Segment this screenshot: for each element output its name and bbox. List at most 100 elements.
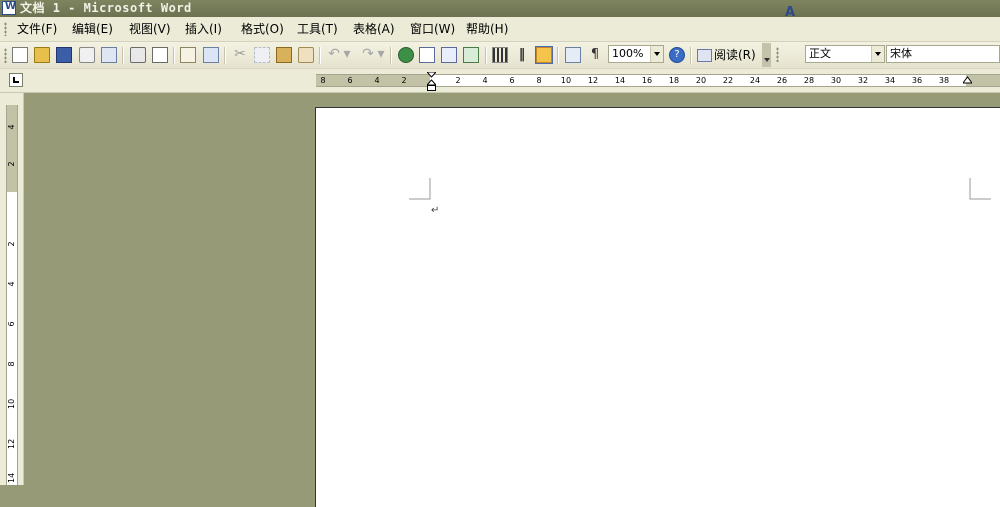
ruler-number: 34 [884,76,896,85]
ruler-number: 6 [347,76,353,85]
show-hide-marks-icon[interactable]: ¶ [587,47,603,63]
tables-borders-icon[interactable] [419,47,435,63]
ruler-number: 8 [536,76,542,85]
ruler-number: 4 [7,124,16,130]
ruler-number: 2 [455,76,461,85]
menu-table[interactable]: 表格(A) [353,17,395,41]
tab-selector-icon[interactable] [9,73,23,87]
new-document-icon[interactable] [12,47,28,63]
insert-table-icon[interactable] [441,47,457,63]
ruler-number: 8 [7,361,16,367]
chevron-down-icon[interactable] [871,46,884,62]
toolbar-separator [690,47,691,64]
indent-marker-icon[interactable] [427,72,436,91]
toolbar-separator [557,47,558,64]
styles-formatting-icon[interactable]: A [785,5,803,21]
ruler-number: 6 [7,321,16,327]
ruler-number: 16 [641,76,653,85]
toolbar-separator [173,47,174,64]
menu-help[interactable]: 帮助(H) [466,17,508,41]
toolbar-separator [224,47,225,64]
chevron-down-icon[interactable] [650,46,663,62]
drawing-icon[interactable]: ‖ [514,47,530,63]
document-page[interactable] [315,107,1000,507]
hyperlink-icon[interactable] [398,47,414,63]
paragraph-mark: ↵ [431,205,440,216]
font-value: 宋体 [890,47,912,60]
spelling-icon[interactable] [180,47,196,63]
zoom-value: 100% [612,47,644,60]
vertical-ruler[interactable]: 4 2 2 4 6 8 10 12 14 [6,105,18,485]
ruler-number: 4 [374,76,380,85]
ruler-number: 8 [320,76,326,85]
format-painter-icon[interactable] [298,47,314,63]
ruler-number: 6 [509,76,515,85]
ruler-number: 36 [911,76,923,85]
help-icon[interactable]: ? [669,47,685,63]
paste-icon[interactable] [276,47,292,63]
horizontal-ruler-bar: 8 6 4 2 2 4 6 8 10 12 14 16 18 20 22 24 … [0,69,1000,93]
style-combo[interactable]: 正文 [805,45,885,63]
menu-format[interactable]: 格式(O) [241,17,284,41]
toolbar-separator [319,47,320,64]
columns-icon[interactable] [492,47,508,63]
undo-icon[interactable]: ↶ [326,47,342,63]
menu-bar: 文件(F) 编辑(E) 视图(V) 插入(I) 格式(O) 工具(T) 表格(A… [0,17,1000,42]
ruler-number: 26 [776,76,788,85]
menu-edit[interactable]: 编辑(E) [72,17,113,41]
ruler-number: 4 [7,281,16,287]
print-preview-icon[interactable] [152,47,168,63]
ruler-number: 2 [7,241,16,247]
book-icon [697,49,712,62]
read-mode-button[interactable]: 阅读(R) [697,45,756,65]
open-folder-icon[interactable] [34,47,50,63]
title-bar: 文档 1 - Microsoft Word [0,0,1000,17]
ruler-number: 32 [857,76,869,85]
ruler-number: 2 [401,76,407,85]
window-title: 文档 1 - Microsoft Word [20,1,192,15]
email-icon[interactable] [101,47,117,63]
toolbar-options-icon[interactable] [762,43,771,67]
redo-dropdown-icon[interactable]: ▾ [377,47,385,63]
document-map-icon[interactable] [535,46,553,64]
toolbar-grip-icon[interactable] [4,48,7,63]
permission-icon[interactable] [79,47,95,63]
font-combo[interactable]: 宋体 [886,45,1000,63]
style-value: 正文 [809,47,831,60]
ruler-number: 14 [7,472,16,483]
thumbnails-icon[interactable] [565,47,581,63]
horizontal-ruler[interactable]: 8 6 4 2 2 4 6 8 10 12 14 16 18 20 22 24 … [316,74,1000,87]
insert-excel-icon[interactable] [463,47,479,63]
undo-dropdown-icon[interactable]: ▾ [343,47,351,63]
research-icon[interactable] [203,47,219,63]
save-icon[interactable] [56,47,72,63]
ruler-number: 12 [587,76,599,85]
menu-file[interactable]: 文件(F) [17,17,57,41]
toolbar-separator [485,47,486,64]
copy-icon[interactable] [254,47,270,63]
ruler-number: 38 [938,76,950,85]
ruler-number: 10 [560,76,572,85]
zoom-combo[interactable]: 100% [608,45,664,63]
print-icon[interactable] [130,47,146,63]
menu-tools[interactable]: 工具(T) [297,17,338,41]
menubar-grip-icon[interactable] [4,22,7,36]
right-indent-marker-icon[interactable] [963,75,972,87]
menu-window[interactable]: 窗口(W) [410,17,455,41]
ruler-number: 14 [614,76,626,85]
left-margin-area [316,75,430,86]
text-boundary-corner-icon [409,178,431,200]
formatting-grip-icon[interactable] [776,47,779,62]
cut-icon[interactable]: ✂ [232,47,248,63]
toolbar-separator [390,47,391,64]
text-boundary-corner-icon [969,178,991,200]
ruler-number: 4 [482,76,488,85]
redo-icon[interactable]: ↷ [360,47,376,63]
ruler-number: 24 [749,76,761,85]
read-mode-label: 阅读(R) [714,48,756,62]
ruler-number: 10 [7,398,16,409]
word-app-icon[interactable] [2,1,16,15]
menu-view[interactable]: 视图(V) [129,17,171,41]
ruler-number: 28 [803,76,815,85]
menu-insert[interactable]: 插入(I) [185,17,222,41]
